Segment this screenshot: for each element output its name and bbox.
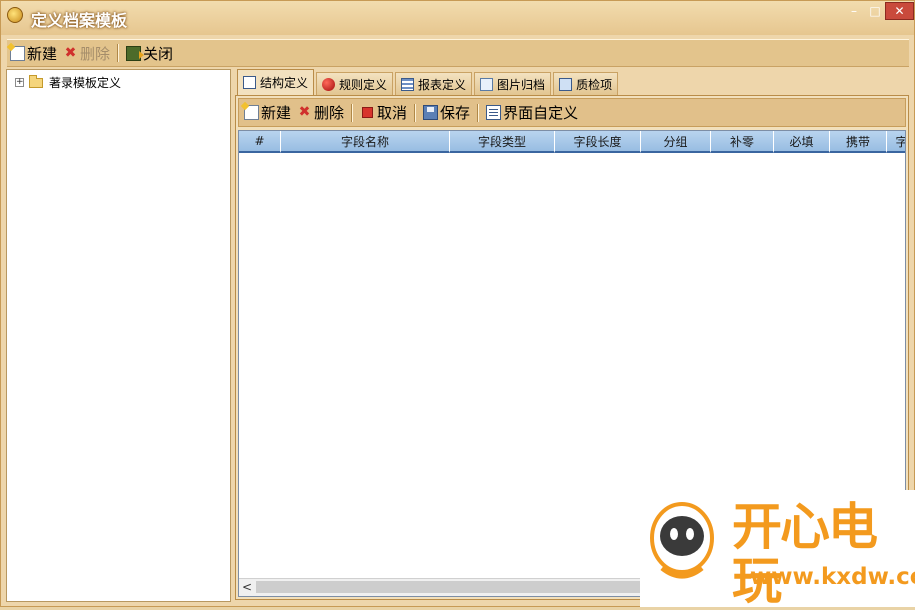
delete-label: 删除 (80, 44, 111, 63)
cancel-label: 取消 (377, 104, 408, 122)
app-icon (7, 7, 23, 23)
folder-icon (29, 74, 43, 88)
tab-label: 图片归档 (497, 77, 546, 92)
title-bar: 定义档案模板 – □ ✕ (1, 1, 914, 35)
watermark-brand: 开心电玩 (732, 498, 878, 610)
toolbar-separator (117, 44, 120, 62)
stop-icon (362, 107, 374, 118)
tab-structure[interactable]: 结构定义 (237, 69, 315, 95)
watermark: 开心电玩 www.kxdw.com (640, 490, 915, 610)
save-label: 保存 (440, 104, 471, 122)
expand-icon[interactable]: + (15, 78, 24, 87)
tab-label: 规则定义 (339, 77, 388, 92)
minimize-button[interactable]: – (843, 2, 865, 20)
new-label: 新建 (27, 44, 58, 63)
column-header-index[interactable]: # (239, 131, 281, 153)
apple-icon (322, 77, 336, 91)
tab-strip: 结构定义 规则定义 报表定义 图片归档 质检项 (237, 69, 620, 95)
new-icon (244, 105, 259, 120)
close-label: 关闭 (143, 44, 174, 63)
grid-header: # 字段名称 字段类型 字段长度 分组 补零 必填 携带 字 (239, 131, 905, 153)
check-icon (559, 77, 573, 91)
scroll-left-icon[interactable]: < (242, 580, 252, 594)
tab-rules[interactable]: 规则定义 (316, 72, 394, 95)
column-header-zero-pad[interactable]: 补零 (711, 131, 774, 153)
tab-label: 结构定义 (260, 76, 309, 90)
close-button[interactable]: 关闭 (123, 42, 176, 64)
mascot-logo-icon (650, 502, 714, 579)
tab-report[interactable]: 报表定义 (395, 72, 473, 95)
field-new-label: 新建 (261, 104, 292, 122)
template-tree: + 著录模板定义 (6, 69, 231, 602)
column-header-more[interactable]: 字 (887, 131, 905, 153)
tab-image-archive[interactable]: 图片归档 (474, 72, 552, 95)
scrollbar-thumb[interactable] (256, 581, 676, 593)
field-delete-button[interactable]: ✖ 删除 (294, 102, 347, 124)
save-button[interactable]: 保存 (420, 102, 473, 124)
column-header-field-length[interactable]: 字段长度 (555, 131, 641, 153)
column-header-field-name[interactable]: 字段名称 (281, 131, 450, 153)
cancel-button[interactable]: 取消 (357, 102, 410, 124)
column-header-carry[interactable]: 携带 (830, 131, 887, 153)
toolbar-separator (414, 103, 417, 122)
column-header-field-type[interactable]: 字段类型 (450, 131, 555, 153)
image-icon (480, 77, 494, 91)
column-header-required[interactable]: 必填 (774, 131, 830, 153)
tab-label: 报表定义 (418, 77, 467, 92)
column-header-group[interactable]: 分组 (641, 131, 711, 153)
delete-icon: ✖ (64, 44, 77, 61)
window-title: 定义档案模板 (31, 11, 128, 30)
tree-node-root[interactable]: + 著录模板定义 (15, 74, 121, 91)
structure-toolbar: 新建 ✖ 删除 取消 保存 界面自定义 (238, 98, 906, 127)
new-icon (10, 45, 25, 61)
close-window-button[interactable]: ✕ (885, 2, 914, 20)
maximize-button[interactable]: □ (865, 2, 885, 20)
new-button[interactable]: 新建 (7, 42, 60, 64)
tab-quality-check[interactable]: 质检项 (553, 72, 619, 95)
watermark-url: www.kxdw.com (750, 564, 915, 590)
form-icon (486, 105, 502, 120)
tab-label: 质检项 (576, 77, 613, 92)
report-icon (401, 77, 415, 91)
field-delete-label: 删除 (314, 104, 345, 122)
delete-button[interactable]: ✖ 删除 (60, 42, 113, 64)
main-toolbar: 新建 ✖ 删除 关闭 (7, 39, 909, 67)
toolbar-separator (351, 103, 354, 122)
tree-node-label: 著录模板定义 (49, 76, 122, 90)
table-icon (243, 76, 256, 89)
save-icon (423, 105, 439, 120)
delete-icon: ✖ (298, 104, 311, 120)
customize-ui-button[interactable]: 界面自定义 (483, 102, 581, 124)
exit-door-icon (126, 45, 145, 61)
field-new-button[interactable]: 新建 (241, 102, 294, 124)
toolbar-separator (477, 103, 480, 122)
customize-label: 界面自定义 (503, 104, 579, 122)
